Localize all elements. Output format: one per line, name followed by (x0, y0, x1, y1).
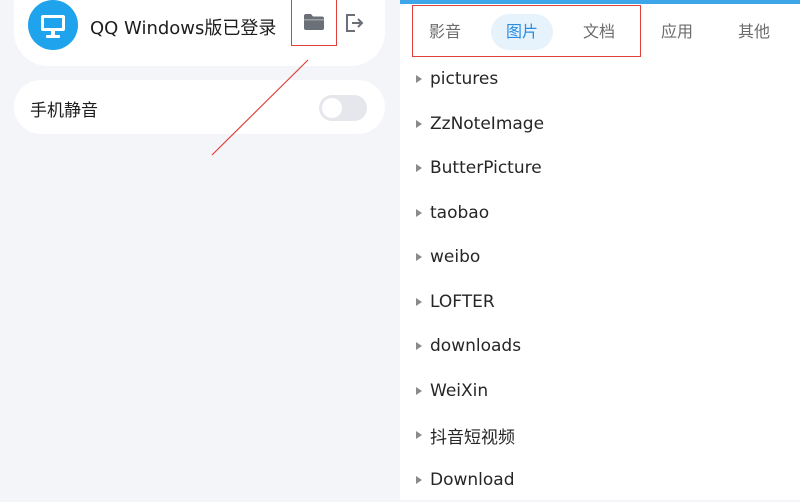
list-item[interactable]: taobao (400, 191, 800, 236)
folder-icon (303, 13, 325, 31)
expand-arrow-icon (416, 431, 422, 439)
tab-documents[interactable]: 文档 (572, 14, 626, 50)
device-card: QQ Windows版已登录 (14, 0, 385, 66)
folder-name: ButterPicture (430, 158, 542, 178)
mute-setting-card: 手机静音 (14, 80, 385, 134)
device-avatar (28, 0, 78, 50)
expand-arrow-icon (416, 387, 422, 395)
expand-arrow-icon (416, 298, 422, 306)
expand-arrow-icon (416, 164, 422, 172)
folder-name: downloads (430, 336, 521, 356)
left-panel: QQ Windows版已登录 手机静音 (0, 0, 400, 500)
list-item[interactable]: 抖音短视频 (400, 413, 800, 458)
monitor-icon (28, 0, 78, 50)
device-login-status: QQ Windows版已登录 (90, 14, 276, 40)
list-item[interactable]: pictures (400, 57, 800, 102)
mute-toggle[interactable] (319, 95, 367, 121)
tab-apps[interactable]: 应用 (650, 14, 704, 50)
folder-name: LOFTER (430, 292, 495, 312)
expand-arrow-icon (416, 342, 422, 350)
folder-name: ZzNoteImage (430, 114, 544, 134)
folder-list: pictures ZzNoteImage ButterPicture taoba… (400, 57, 800, 502)
expand-arrow-icon (416, 209, 422, 217)
tab-images[interactable]: 图片 (491, 14, 553, 50)
tab-media[interactable]: 影音 (418, 14, 472, 50)
folder-name: 抖音短视频 (430, 423, 515, 448)
list-item[interactable]: LOFTER (400, 280, 800, 325)
logout-button[interactable] (341, 10, 367, 36)
list-item[interactable]: ZzNoteImage (400, 102, 800, 147)
list-item[interactable]: downloads (400, 324, 800, 369)
top-accent-bar (400, 0, 800, 4)
file-browser-panel: 影音 图片 文档 应用 其他 pictures ZzNoteImage Butt… (400, 0, 800, 500)
expand-arrow-icon (416, 253, 422, 261)
category-tab-bar: 影音 图片 文档 应用 其他 (400, 14, 800, 50)
logout-icon (343, 12, 365, 34)
folder-name: Download (430, 470, 515, 490)
folder-name: weibo (430, 247, 480, 267)
open-folder-button[interactable] (291, 0, 337, 46)
list-item[interactable]: ButterPicture (400, 146, 800, 191)
folder-name: WeiXin (430, 381, 488, 401)
expand-arrow-icon (416, 75, 422, 83)
tab-other[interactable]: 其他 (727, 14, 781, 50)
expand-arrow-icon (416, 120, 422, 128)
list-item[interactable]: Download (400, 458, 800, 502)
list-item[interactable]: WeiXin (400, 369, 800, 414)
folder-name: pictures (430, 69, 498, 89)
mute-label: 手机静音 (30, 96, 98, 121)
toggle-knob (322, 98, 342, 118)
folder-name: taobao (430, 203, 489, 223)
expand-arrow-icon (416, 476, 422, 484)
annotation-arrow-line (0, 0, 400, 500)
list-item[interactable]: weibo (400, 235, 800, 280)
